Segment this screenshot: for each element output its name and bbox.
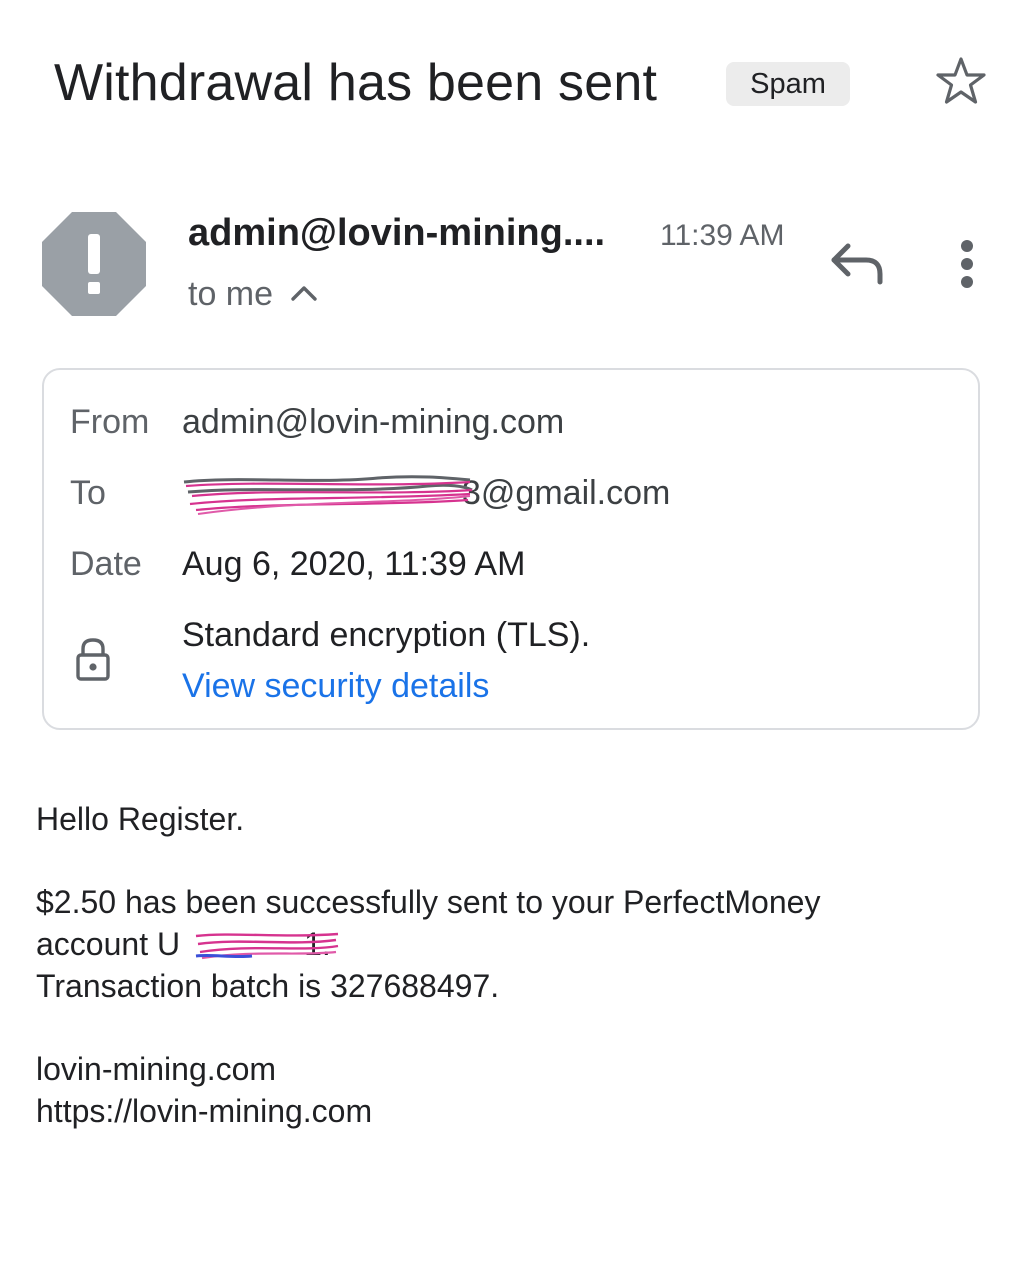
message-details-card: From admin@lovin-mining.com To 3@gmail.c… bbox=[42, 368, 980, 730]
to-label: To bbox=[70, 474, 106, 512]
lock-icon bbox=[76, 638, 110, 681]
recipient-details-toggle[interactable]: to me bbox=[188, 272, 321, 316]
account-prefix: account U bbox=[36, 926, 181, 962]
body-line-account: account U 1. bbox=[36, 923, 331, 965]
reply-icon[interactable] bbox=[828, 238, 888, 290]
body-line-batch: Transaction batch is 327688497. bbox=[36, 968, 500, 1004]
signature-url[interactable]: https://lovin-mining.com bbox=[36, 1090, 372, 1132]
redaction-scribble bbox=[183, 475, 473, 515]
date-label: Date bbox=[70, 545, 142, 583]
body-greeting: Hello Register. bbox=[36, 801, 245, 837]
body-line-amount: $2.50 has been successfully sent to your… bbox=[36, 884, 821, 920]
view-security-details-link[interactable]: View security details bbox=[182, 664, 489, 708]
star-icon[interactable] bbox=[934, 54, 988, 108]
message-time: 11:39 AM bbox=[660, 219, 785, 252]
from-value[interactable]: admin@lovin-mining.com bbox=[182, 400, 564, 444]
from-label: From bbox=[70, 403, 150, 441]
recipient-summary: to me bbox=[188, 274, 274, 313]
email-subject: Withdrawal has been sent bbox=[54, 54, 658, 112]
date-value: Aug 6, 2020, 11:39 AM bbox=[182, 545, 526, 583]
sender-address[interactable]: admin@lovin-mining.... bbox=[188, 210, 605, 256]
spam-label-badge[interactable]: Spam bbox=[726, 62, 850, 106]
encryption-status: Standard encryption (TLS). bbox=[182, 616, 591, 654]
spam-warning-avatar-icon bbox=[42, 212, 146, 316]
account-suffix: 1. bbox=[304, 926, 331, 962]
more-vertical-icon[interactable] bbox=[950, 238, 984, 290]
signature-domain: lovin-mining.com bbox=[36, 1051, 277, 1087]
chevron-up-icon bbox=[291, 286, 317, 301]
to-value[interactable]: 3@gmail.com bbox=[462, 471, 670, 515]
